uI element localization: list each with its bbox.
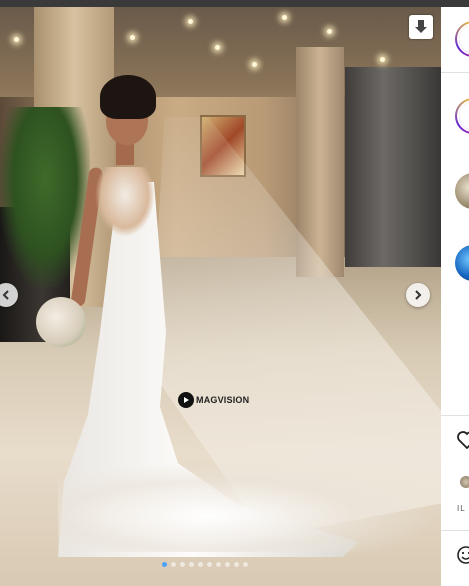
ceiling-light xyxy=(130,35,135,40)
divider xyxy=(441,415,469,416)
comment-avatar[interactable] xyxy=(455,173,469,209)
heart-icon[interactable] xyxy=(457,431,469,449)
carousel-indicator xyxy=(162,562,248,567)
carousel-dot xyxy=(225,562,230,567)
carousel-dot xyxy=(207,562,212,567)
carousel-dot xyxy=(171,562,176,567)
truncated-text: IL xyxy=(457,504,466,513)
carousel-dot xyxy=(243,562,248,567)
download-icon xyxy=(415,20,427,33)
top-strip xyxy=(0,0,469,7)
play-logo-icon xyxy=(178,392,194,408)
ceiling-light xyxy=(252,62,257,67)
carousel-dot xyxy=(198,562,203,567)
carousel-dot xyxy=(234,562,239,567)
photo-bodice xyxy=(95,167,155,237)
emoji-icon[interactable] xyxy=(456,545,469,565)
ceiling-light xyxy=(380,57,385,62)
carousel-dot xyxy=(162,562,167,567)
photo-hair xyxy=(100,75,156,119)
carousel-dot xyxy=(180,562,185,567)
story-avatar[interactable] xyxy=(455,21,469,57)
comment-avatar[interactable] xyxy=(455,245,469,281)
liker-avatar[interactable] xyxy=(459,475,469,489)
ceiling-light xyxy=(188,19,193,24)
carousel-dot xyxy=(189,562,194,567)
photo-dress-hem xyxy=(58,462,438,552)
ceiling-light xyxy=(14,37,19,42)
screen: MAGVISION IL xyxy=(0,0,469,586)
divider xyxy=(441,530,469,531)
carousel-next-button[interactable] xyxy=(406,283,430,307)
chevron-left-icon xyxy=(2,290,9,300)
ceiling-light xyxy=(215,45,220,50)
divider xyxy=(441,72,469,73)
photo-bouquet xyxy=(36,297,86,347)
watermark-text: MAGVISION xyxy=(196,395,250,405)
ceiling-light xyxy=(327,29,332,34)
side-panel: IL xyxy=(441,7,469,586)
carousel-dot xyxy=(216,562,221,567)
watermark: MAGVISION xyxy=(178,392,249,408)
download-button[interactable] xyxy=(409,15,433,39)
photo-doors xyxy=(345,67,441,267)
story-avatar[interactable] xyxy=(455,98,469,134)
post-image[interactable]: MAGVISION xyxy=(0,7,441,586)
chevron-right-icon xyxy=(415,290,422,300)
ceiling-light xyxy=(282,15,287,20)
